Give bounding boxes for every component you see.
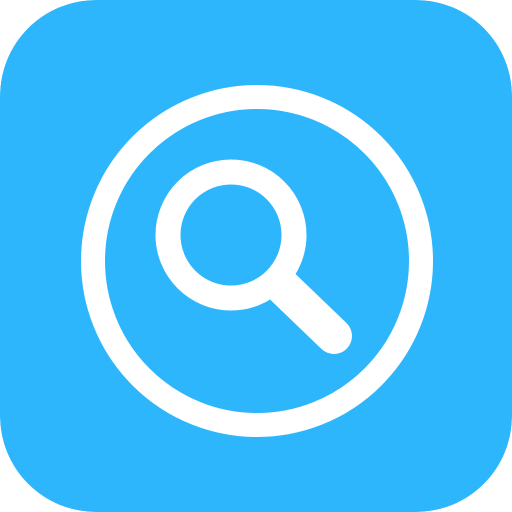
search-app-icon-graphic [0, 0, 512, 512]
search-app-icon[interactable] [0, 0, 512, 512]
